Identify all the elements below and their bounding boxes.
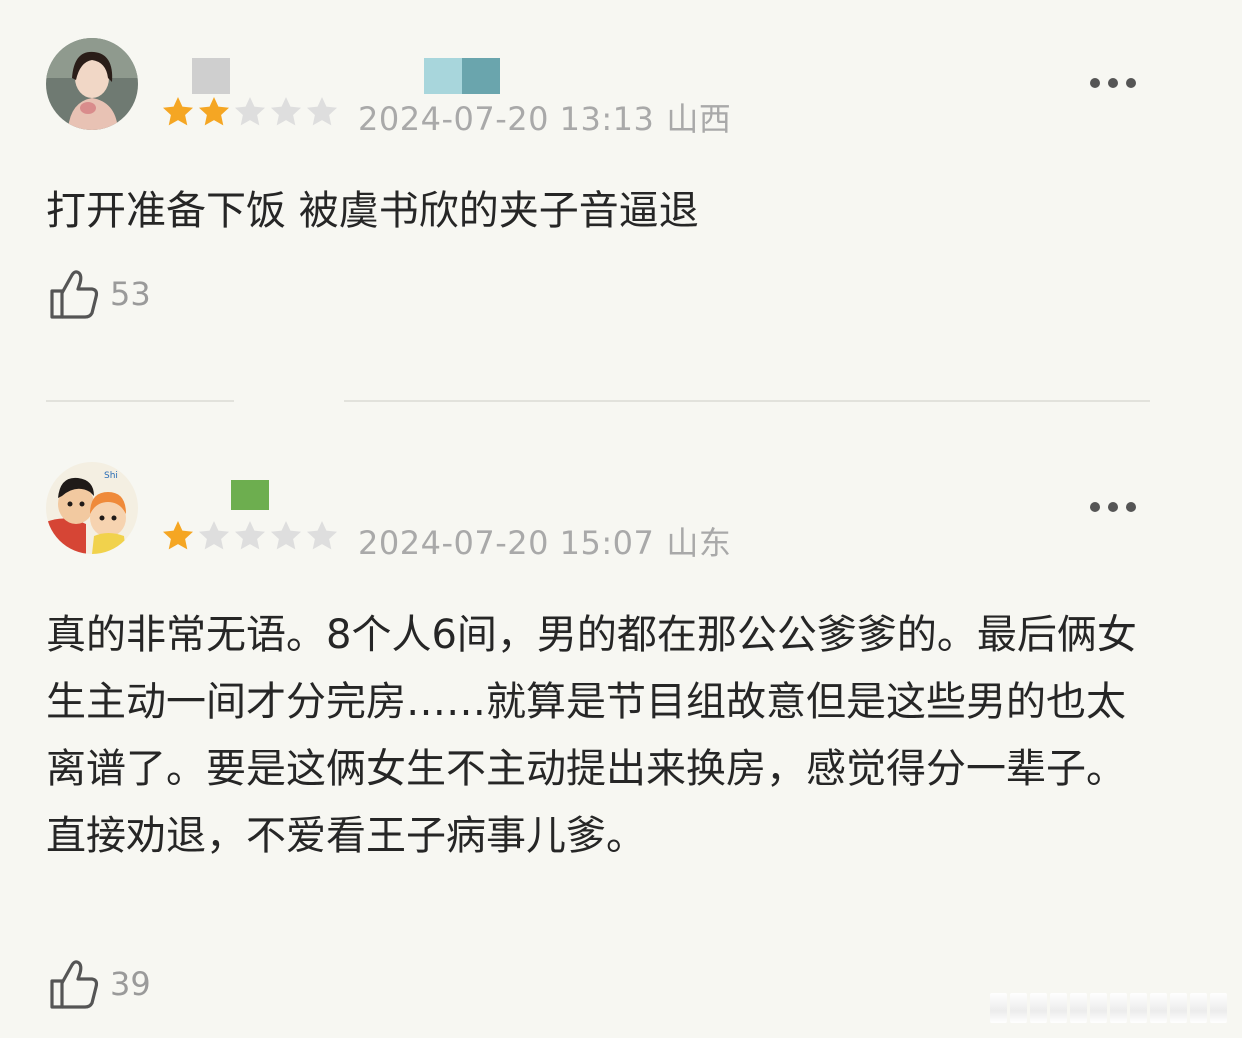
rating-stars (160, 518, 340, 558)
avatar-image: Shi (46, 462, 138, 554)
like-button[interactable]: 53 (48, 266, 151, 322)
review-region: 山东 (666, 524, 732, 562)
like-count: 53 (110, 275, 151, 313)
more-options-button[interactable] (1090, 502, 1138, 516)
divider (46, 400, 234, 402)
like-button[interactable]: 39 (48, 956, 151, 1012)
star-filled-icon (163, 521, 193, 550)
more-dots-icon (1108, 78, 1118, 88)
review-card: Shi 2024-07-20 15:07 山东 真的非常无语。8个人6间，男的都在… (0, 420, 1242, 1038)
avatar-image (46, 38, 138, 130)
star-filled-icon (163, 97, 193, 126)
username-redacted (424, 58, 462, 94)
review-region: 山西 (666, 100, 732, 138)
star-empty-icon (199, 521, 229, 550)
star-empty-icon (235, 97, 265, 126)
more-dots-icon (1108, 502, 1118, 512)
star-empty-icon (235, 521, 265, 550)
username-redacted[interactable] (231, 480, 269, 510)
review-date: 2024-07-20 15:07 (358, 524, 655, 562)
star-empty-icon (307, 97, 337, 126)
review-meta: 2024-07-20 13:13 山西 (358, 94, 731, 140)
review-text: 打开准备下饭 被虞书欣的夹子音逼退 (46, 188, 699, 234)
more-dots-icon (1126, 502, 1136, 512)
thumbs-up-icon (50, 270, 99, 319)
review-date: 2024-07-20 13:13 (358, 100, 655, 138)
more-dots-icon (1090, 502, 1100, 512)
review-card: 2024-07-20 13:13 山西 打开准备下饭 被虞书欣的夹子音逼退 53 (0, 0, 1242, 360)
avatar[interactable]: Shi (46, 462, 138, 554)
rating-stars (160, 94, 340, 134)
thumbs-up-icon (50, 960, 99, 1009)
star-filled-icon (199, 97, 229, 126)
divider (344, 400, 1150, 402)
watermark (990, 990, 1230, 1026)
avatar[interactable] (46, 38, 138, 130)
star-empty-icon (307, 521, 337, 550)
review-text: 真的非常无语。8个人6间，男的都在那公公爹爹的。最后俩女生主动一间才分完房……就… (46, 612, 1137, 859)
more-options-button[interactable] (1090, 78, 1138, 92)
username-redacted[interactable] (192, 58, 230, 94)
star-empty-icon (271, 521, 301, 550)
svg-text:Shi: Shi (104, 471, 118, 481)
review-meta: 2024-07-20 15:07 山东 (358, 518, 731, 564)
star-empty-icon (271, 97, 301, 126)
more-dots-icon (1090, 78, 1100, 88)
username-redacted (462, 58, 500, 94)
like-count: 39 (110, 965, 151, 1003)
more-dots-icon (1126, 78, 1136, 88)
